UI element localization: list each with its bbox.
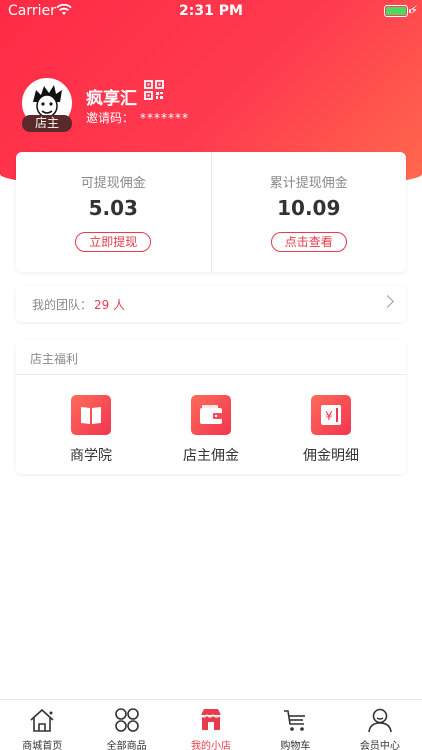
tab-label-member-center: 会员中心 (359, 741, 400, 750)
shop-icon (200, 709, 222, 730)
bottom-tab-bar: 商城首页 全部商品 我的小店 购物车 会员中心 (0, 699, 422, 750)
owner-benefits-card: 店主福利 商学院 店主佣金 ¥ 佣金明细 (16, 340, 406, 474)
withdrawable-value: 5.03 (88, 196, 138, 220)
home-icon (30, 708, 54, 732)
yen-receipt-icon: ¥ (311, 395, 351, 435)
tab-label-all-products: 全部商品 (106, 741, 147, 750)
total-withdrawn-commission: 累计提现佣金 10.09 点击查看 (210, 152, 407, 272)
status-bar: Carrier 2:31 PM ⚡ (0, 0, 422, 22)
battery-icon (384, 5, 411, 17)
business-school-label: 商学院 (70, 448, 112, 464)
owner-commission-label: 店主佣金 (183, 448, 239, 464)
tab-label-cart: 购物车 (280, 741, 311, 750)
user-icon (368, 708, 392, 733)
view-details-button[interactable]: 点击查看 (270, 232, 347, 252)
commission-details-item[interactable]: ¥ 佣金明细 (286, 395, 376, 465)
wallet-icon (191, 395, 231, 435)
team-label-row: 我的团队： 29 人 (32, 296, 125, 313)
invite-code-row: 邀请码： ******* (86, 109, 189, 126)
clock: 2:31 PM (179, 3, 243, 19)
business-school-item[interactable]: 商学院 (46, 395, 136, 465)
role-badge: 店主 (22, 115, 72, 132)
invite-label: 邀请码： (86, 111, 135, 125)
withdrawable-commission: 可提现佣金 5.03 立即提现 (16, 152, 211, 272)
username: 疯享汇 (86, 89, 137, 109)
tab-member-center[interactable]: 会员中心 (338, 700, 422, 750)
commission-card: 可提现佣金 5.03 立即提现 累计提现佣金 10.09 点击查看 (16, 152, 406, 272)
my-team-row[interactable]: 我的团队： 29 人 (16, 286, 406, 322)
chevron-right-icon (381, 295, 394, 308)
benefits-title: 店主福利 (30, 352, 79, 366)
team-count: 29 人 (94, 298, 126, 312)
withdraw-now-button[interactable]: 立即提现 (75, 232, 152, 252)
grid-icon (114, 708, 139, 732)
book-icon (71, 395, 111, 435)
withdrawable-label: 可提现佣金 (80, 176, 146, 191)
charging-icon: ⚡ (409, 3, 418, 17)
tab-all-products[interactable]: 全部商品 (84, 700, 168, 750)
total-withdrawn-value: 10.09 (277, 196, 341, 220)
commission-details-label: 佣金明细 (303, 448, 359, 464)
svg-text:¥: ¥ (325, 409, 333, 423)
tab-label-home: 商城首页 (22, 741, 63, 750)
total-withdrawn-label: 累计提现佣金 (269, 176, 348, 191)
team-label: 我的团队： (32, 298, 93, 312)
tab-label-my-shop: 我的小店 (191, 741, 232, 750)
tab-shopping-cart[interactable]: 购物车 (253, 700, 337, 750)
divider (16, 374, 406, 375)
cart-icon (284, 710, 306, 731)
tab-my-shop[interactable]: 我的小店 (169, 700, 253, 750)
qr-code-icon[interactable] (144, 80, 164, 104)
invite-code: ******* (140, 111, 190, 125)
owner-commission-item[interactable]: 店主佣金 (166, 395, 256, 465)
tab-mall-home[interactable]: 商城首页 (0, 700, 84, 750)
